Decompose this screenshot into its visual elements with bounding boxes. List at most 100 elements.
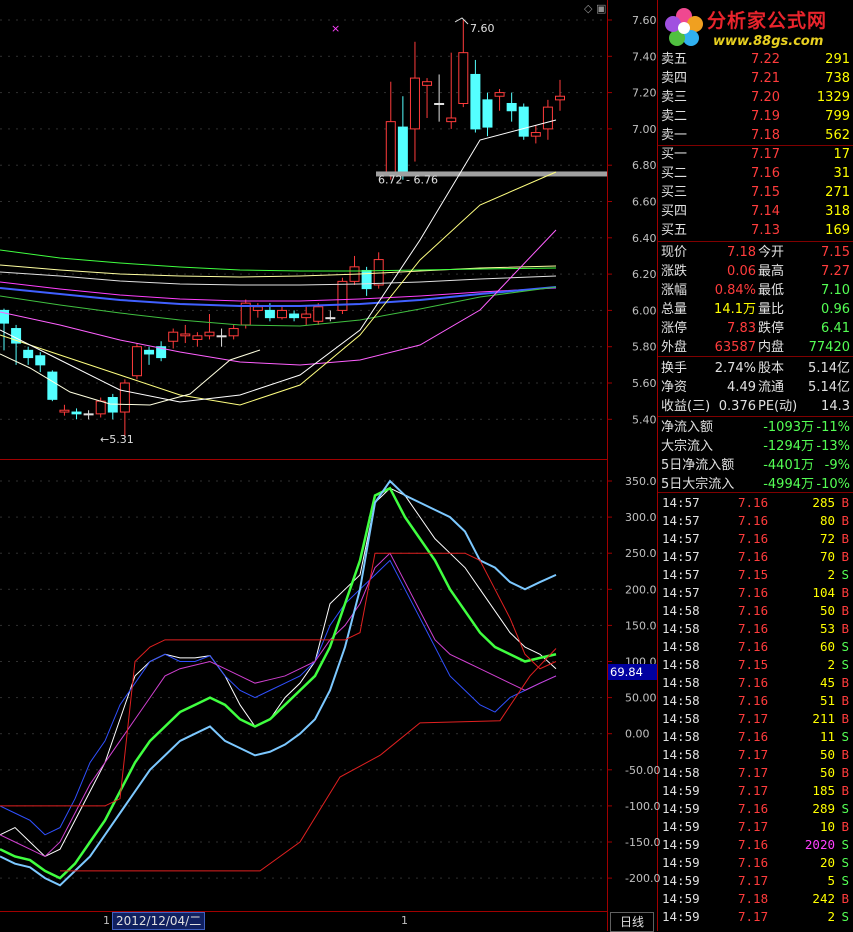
order-book-price: 7.15 bbox=[751, 185, 780, 200]
order-book-price: 7.20 bbox=[751, 90, 780, 105]
price-axis-label: 7.60 bbox=[632, 14, 657, 27]
period-tab-daily[interactable]: 日线 bbox=[610, 912, 654, 932]
order-book-row: 买五 7.13 169 bbox=[658, 221, 853, 240]
tick-row: 14:58 7.15 2 S bbox=[658, 656, 853, 674]
candle-body-up bbox=[95, 400, 106, 415]
order-book-label: 卖三 bbox=[661, 90, 688, 105]
price-axis-label: 6.80 bbox=[632, 159, 657, 172]
fund-flow-label: 净流入额 bbox=[661, 420, 714, 435]
stat-value: 7.18 bbox=[727, 245, 756, 260]
order-book-volume: 562 bbox=[825, 128, 850, 143]
candle-body-up bbox=[204, 331, 215, 337]
candle-body-down bbox=[47, 371, 58, 400]
stat-row: 现价 7.18 今开 7.15 bbox=[658, 243, 853, 262]
candle-body-up bbox=[192, 335, 203, 340]
stat-value-2: 7.15 bbox=[821, 245, 850, 260]
tick-volume: 45 bbox=[819, 675, 835, 690]
tick-direction: S bbox=[841, 873, 849, 888]
stat-label-2: 跌停 bbox=[758, 321, 785, 336]
stat-value-2: 14.3 bbox=[821, 399, 850, 414]
tick-time: 14:59 bbox=[662, 909, 700, 924]
tick-time: 14:58 bbox=[662, 747, 700, 762]
candle-body-up bbox=[59, 409, 70, 413]
order-book-price: 7.13 bbox=[751, 223, 780, 238]
tick-direction: S bbox=[841, 837, 849, 852]
fund-flow-row: 净流入额 -1093万 -11% bbox=[658, 418, 853, 437]
order-book-price: 7.17 bbox=[751, 147, 780, 162]
tick-volume: 70 bbox=[819, 549, 835, 564]
price-axis-label: 5.80 bbox=[632, 341, 657, 354]
tick-volume: 60 bbox=[819, 639, 835, 654]
order-book-price: 7.21 bbox=[751, 71, 780, 86]
order-book-row: 买四 7.14 318 bbox=[658, 202, 853, 221]
fund-flow-row: 5日大宗流入 -4994万 -10% bbox=[658, 475, 853, 494]
tick-price: 7.16 bbox=[738, 675, 769, 690]
tick-volume: 20 bbox=[819, 855, 835, 870]
tick-row: 14:57 7.16 285 B bbox=[658, 494, 853, 512]
tick-row: 14:59 7.16 2020 S bbox=[658, 836, 853, 854]
candle-body-down bbox=[397, 126, 408, 173]
tick-time: 14:57 bbox=[662, 513, 700, 528]
order-book-label: 卖一 bbox=[661, 128, 688, 143]
indicator-axis-label: -100.0 bbox=[625, 800, 660, 813]
tick-time: 14:58 bbox=[662, 729, 700, 744]
order-book-volume: 31 bbox=[833, 166, 850, 181]
indicator-line-red bbox=[0, 552, 557, 807]
indicator-line-blue bbox=[0, 559, 557, 836]
order-book-label: 卖四 bbox=[661, 71, 688, 86]
tick-time: 14:57 bbox=[662, 495, 700, 510]
order-book-label: 买二 bbox=[661, 166, 688, 181]
window-restore-icon: ◇ bbox=[584, 2, 593, 15]
tick-price: 7.18 bbox=[738, 891, 769, 906]
order-book-volume: 738 bbox=[825, 71, 850, 86]
order-book-volume: 799 bbox=[825, 109, 850, 124]
tick-row: 14:57 7.16 80 B bbox=[658, 512, 853, 530]
gap-label: 6.72 - 6.76 bbox=[378, 173, 438, 186]
tick-direction: B bbox=[841, 495, 849, 510]
tick-row: 14:57 7.15 2 S bbox=[658, 566, 853, 584]
order-book-row: 卖四 7.21 738 bbox=[658, 69, 853, 88]
tick-volume: 50 bbox=[819, 747, 835, 762]
indicator-line-white bbox=[0, 487, 557, 858]
stat-value: 63587 bbox=[714, 340, 756, 355]
tick-direction: B bbox=[841, 693, 849, 708]
tick-volume: 10 bbox=[819, 819, 835, 834]
order-book-label: 买五 bbox=[661, 223, 688, 238]
high-marker-icon bbox=[454, 17, 469, 25]
candle-body-up bbox=[277, 309, 287, 319]
tick-price: 7.16 bbox=[738, 693, 769, 708]
tick-time: 14:58 bbox=[662, 621, 700, 636]
fund-flow-row: 5日净流入额 -4401万 -9% bbox=[658, 456, 853, 475]
order-book-volume: 169 bbox=[825, 223, 850, 238]
order-book-row: 卖五 7.22 291 bbox=[658, 50, 853, 69]
tick-volume: 53 bbox=[819, 621, 835, 636]
order-book-label: 买三 bbox=[661, 185, 688, 200]
fund-flow-pct: -13% bbox=[816, 439, 850, 454]
candle-body-up bbox=[373, 259, 384, 286]
panel-divider bbox=[658, 241, 853, 242]
order-book-price: 7.19 bbox=[751, 109, 780, 124]
ma-line-blue bbox=[0, 286, 557, 307]
stat-value-2: 0.96 bbox=[821, 302, 850, 317]
tick-direction: B bbox=[841, 621, 849, 636]
date-tag: 2012/12/04/二 bbox=[112, 912, 206, 930]
tick-time: 14:59 bbox=[662, 855, 700, 870]
tick-row: 14:59 7.17 5 S bbox=[658, 872, 853, 890]
stat-label-2: 股本 bbox=[758, 361, 785, 376]
tick-volume: 50 bbox=[819, 765, 835, 780]
price-axis-label: 6.20 bbox=[632, 268, 657, 281]
tick-volume: 289 bbox=[812, 801, 835, 816]
tick-row: 14:58 7.16 51 B bbox=[658, 692, 853, 710]
price-axis-label: 6.00 bbox=[632, 304, 657, 317]
candle-body-flat bbox=[325, 317, 336, 320]
tick-row: 14:58 7.16 53 B bbox=[658, 620, 853, 638]
tick-time: 14:57 bbox=[662, 567, 700, 582]
tick-volume: 2 bbox=[827, 909, 835, 924]
tick-time: 14:58 bbox=[662, 639, 700, 654]
stat-row: 净资 4.49 流通 5.14亿 bbox=[658, 378, 853, 397]
tick-price: 7.17 bbox=[738, 783, 769, 798]
tick-price: 7.17 bbox=[738, 819, 769, 834]
candle-body-down bbox=[35, 355, 46, 366]
order-book-volume: 17 bbox=[833, 147, 850, 162]
candle-body-down bbox=[23, 349, 34, 359]
